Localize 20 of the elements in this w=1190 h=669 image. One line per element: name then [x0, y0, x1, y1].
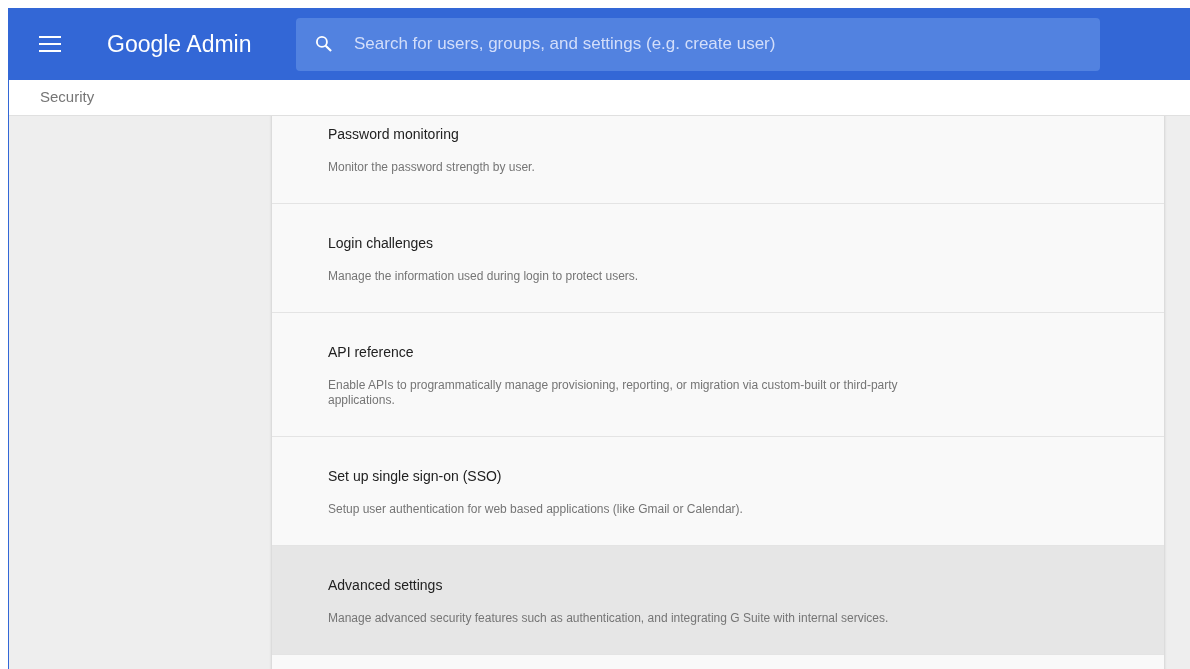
setting-title: Advanced settings — [328, 576, 444, 594]
setting-title: Login challenges — [328, 234, 435, 252]
setting-description: Setup user authentication for web based applications (like Gmail or Calendar). — [328, 502, 744, 517]
settings-item[interactable]: Set up single sign-on (SSO) Setup user authentication for web based applications (like Gmail or Calendar). — [272, 437, 1164, 546]
settings-item[interactable]: Password monitoring Monitor the password strength by user. — [272, 116, 1164, 204]
setting-description: Manage advanced security features such as authentication, and integrating G Suite with internal services. — [328, 611, 890, 626]
setting-title: API reference — [328, 343, 415, 361]
setting-description: Manage the information used during login to protect users. — [328, 269, 640, 284]
settings-item[interactable]: API reference Enable APIs to programmatically manage provisioning, reporting, or migration via custom-built or third-party applications. — [272, 313, 1164, 437]
search-icon — [314, 33, 334, 54]
setting-title: Set up single sign-on (SSO) — [328, 467, 503, 485]
settings-item[interactable]: Login challenges Manage the information used during login to protect users. — [272, 204, 1164, 313]
breadcrumb[interactable]: Security — [40, 86, 95, 109]
app-logo[interactable]: Google Admin — [107, 26, 277, 62]
setting-description: Enable APIs to programmatically manage provisioning, reporting, or migration via custom-built or third-party applications. — [328, 378, 899, 408]
setting-title: Password monitoring — [328, 125, 460, 143]
search-field[interactable]: Search for users, groups, and settings (e.g. create user) — [296, 17, 1100, 71]
setting-description: Monitor the password strength by user. — [328, 160, 536, 175]
settings-item[interactable]: Advanced settings Manage advanced security features such as authentication, and integrating G Suite with internal services. — [272, 546, 1164, 655]
menu-icon[interactable] — [39, 36, 61, 52]
